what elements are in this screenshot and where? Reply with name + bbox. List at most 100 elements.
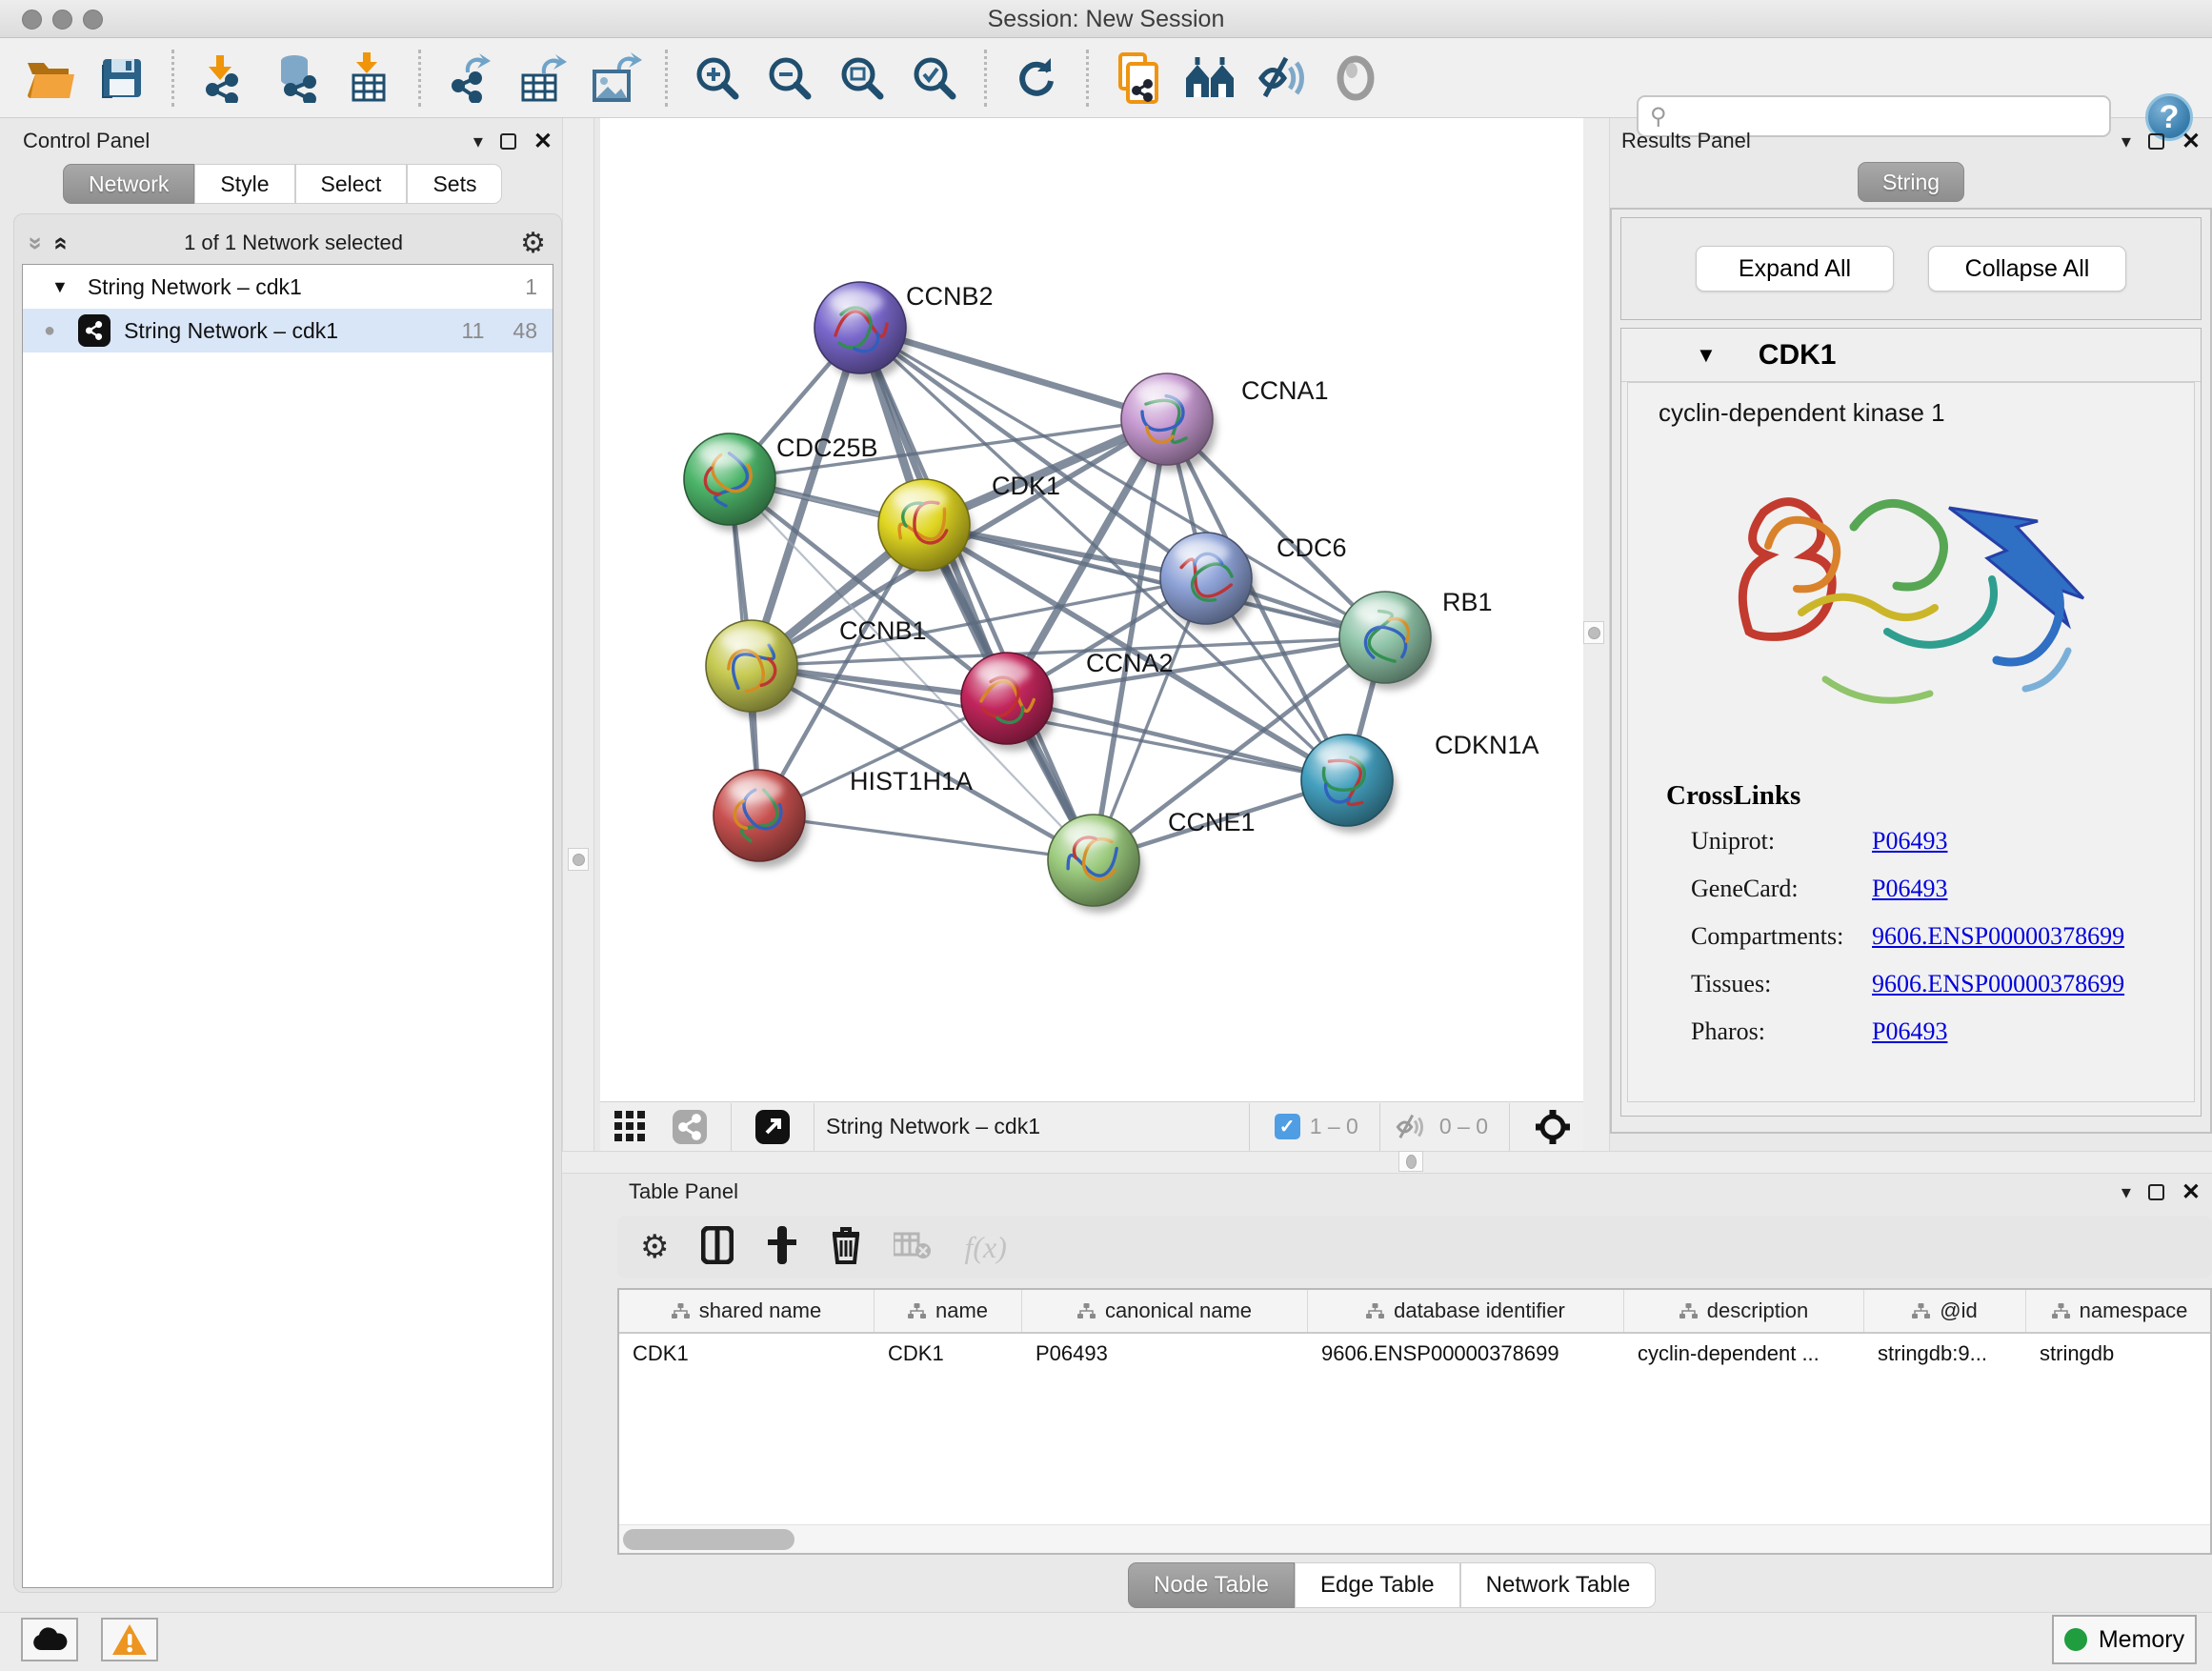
node-CDKN1A[interactable]: CDKN1A — [1301, 731, 1539, 833]
hidden-eye-icon[interactable] — [1392, 1109, 1430, 1145]
crosshair-icon[interactable] — [1530, 1106, 1576, 1148]
table-horizontal-scrollbar[interactable] — [619, 1524, 2210, 1553]
gene-collapse-icon[interactable]: ▼ — [1696, 343, 1717, 368]
crosslink-row: Uniprot:P06493 — [1628, 817, 2194, 865]
column-header--id[interactable]: @id — [1864, 1290, 2026, 1332]
tab-select[interactable]: Select — [295, 164, 408, 204]
birdseye-grid-icon[interactable] — [610, 1108, 652, 1146]
memory-button[interactable]: Memory — [2052, 1615, 2197, 1664]
import-network-from-database-icon[interactable] — [269, 50, 324, 106]
tab-string[interactable]: String — [1858, 162, 1964, 202]
control-panel-close-icon[interactable]: ✕ — [533, 133, 553, 150]
selected-checkbox-icon[interactable]: ✓ — [1275, 1114, 1300, 1139]
column-header-shared-name[interactable]: shared name — [619, 1290, 875, 1332]
network-share-icon — [78, 314, 111, 347]
table-panel-float-icon[interactable] — [2148, 1184, 2164, 1200]
table-panel-close-icon[interactable]: ✕ — [2182, 1184, 2201, 1200]
expand-all-button[interactable]: Expand All — [1696, 246, 1894, 292]
collapse-all-button[interactable]: Collapse All — [1928, 246, 2126, 292]
crosslink-link[interactable]: 9606.ENSP00000378699 — [1872, 922, 2124, 951]
left-splitter[interactable] — [562, 118, 594, 1151]
expand-all-icon[interactable]: » — [45, 236, 74, 250]
tab-sets[interactable]: Sets — [407, 164, 502, 204]
results-panel-menu-icon[interactable]: ▾ — [2122, 130, 2131, 153]
import-table-icon[interactable] — [341, 50, 396, 106]
node-CCNB2[interactable]: CCNB2 — [814, 282, 994, 380]
tab-node-table[interactable]: Node Table — [1128, 1562, 1295, 1608]
control-panel-title: Control Panel — [23, 129, 150, 153]
node-RB1[interactable]: RB1 — [1339, 588, 1493, 690]
zoom-selected-icon[interactable] — [907, 50, 962, 106]
network-share-toggle-icon[interactable] — [669, 1108, 711, 1146]
export-image-icon[interactable] — [588, 50, 643, 106]
crosslink-link[interactable]: 9606.ENSP00000378699 — [1872, 970, 2124, 998]
column-header-database-identifier[interactable]: database identifier — [1308, 1290, 1624, 1332]
cloud-button[interactable] — [21, 1618, 78, 1661]
gene-section-header[interactable]: ▼ CDK1 — [1621, 329, 2201, 382]
refresh-icon[interactable] — [1009, 50, 1064, 106]
table-cell[interactable]: stringdb:9... — [1864, 1334, 2026, 1366]
table-cell[interactable]: cyclin-dependent ... — [1624, 1334, 1864, 1366]
control-panel-menu-icon[interactable]: ▾ — [473, 130, 483, 153]
export-table-icon[interactable] — [515, 50, 571, 106]
column-header-canonical-name[interactable]: canonical name — [1022, 1290, 1308, 1332]
crosslink-link[interactable]: P06493 — [1872, 875, 1947, 903]
node-table[interactable]: shared name name canonical namedatabase id… — [617, 1288, 2212, 1555]
crosslink-link[interactable]: P06493 — [1872, 1017, 1947, 1046]
bottom-splitter[interactable] — [562, 1151, 2212, 1174]
scrollbar-thumb[interactable] — [623, 1529, 794, 1550]
network-collection-row[interactable]: ▼ String Network – cdk1 1 — [23, 265, 553, 309]
open-session-icon[interactable] — [22, 50, 77, 106]
node-label-CCNA2: CCNA2 — [1086, 649, 1174, 677]
table-cell[interactable]: CDK1 — [619, 1334, 875, 1366]
node-CDK1[interactable]: CDK1 — [878, 472, 1060, 577]
add-column-icon[interactable] — [766, 1226, 798, 1269]
gray-eye-icon[interactable] — [1328, 50, 1383, 106]
tab-style[interactable]: Style — [194, 164, 294, 204]
node-CDC25B[interactable]: CDC25B — [684, 433, 878, 532]
node-CCNA1[interactable]: CCNA1 — [1121, 373, 1329, 472]
tree-expand-icon[interactable]: ▼ — [51, 277, 69, 297]
houses-icon[interactable] — [1183, 50, 1238, 106]
crosslink-label: Uniprot: — [1691, 827, 1872, 856]
results-panel-close-icon[interactable]: ✕ — [2182, 133, 2201, 150]
table-panel-menu-icon[interactable]: ▾ — [2122, 1180, 2131, 1204]
warning-button[interactable] — [101, 1618, 158, 1661]
network-options-gear-icon[interactable]: ⚙ — [520, 227, 546, 260]
column-header-namespace[interactable]: namespace — [2026, 1290, 2212, 1332]
clone-network-icon[interactable] — [1111, 50, 1166, 106]
save-session-icon[interactable] — [94, 50, 150, 106]
tab-network[interactable]: Network — [63, 164, 194, 204]
delete-column-icon[interactable] — [831, 1226, 861, 1269]
table-cell[interactable]: CDK1 — [875, 1334, 1022, 1366]
network-canvas[interactable]: CCNB2CCNA1CDC25BCDK1CDC6RB1CCNB1CCNA2CDK… — [600, 118, 1583, 1101]
node-HIST1H1A[interactable]: HIST1H1A — [714, 767, 973, 868]
open-in-window-icon[interactable] — [752, 1108, 794, 1146]
node-label-CCNA1: CCNA1 — [1241, 376, 1329, 405]
zoom-in-icon[interactable] — [690, 50, 745, 106]
network-graph[interactable]: CCNB2CCNA1CDC25BCDK1CDC6RB1CCNB1CCNA2CDK… — [600, 118, 1583, 1101]
export-network-icon[interactable] — [443, 50, 498, 106]
column-label: name — [935, 1299, 988, 1323]
table-cell[interactable]: stringdb — [2026, 1334, 2212, 1366]
hide-eye-icon[interactable] — [1256, 50, 1311, 106]
control-panel-float-icon[interactable] — [500, 133, 516, 150]
results-panel-float-icon[interactable] — [2148, 133, 2164, 150]
table-cell[interactable]: 9606.ENSP00000378699 — [1308, 1334, 1624, 1366]
import-network-icon[interactable] — [196, 50, 251, 106]
zoom-fit-icon[interactable] — [835, 50, 890, 106]
crosslink-link[interactable]: P06493 — [1872, 827, 1947, 856]
column-header-description[interactable]: description — [1624, 1290, 1864, 1332]
table-row[interactable]: CDK1CDK1P064939606.ENSP00000378699cyclin… — [619, 1334, 2210, 1366]
node-label-CDC6: CDC6 — [1277, 534, 1347, 562]
tab-network-table[interactable]: Network Table — [1460, 1562, 1657, 1608]
show-columns-icon[interactable] — [701, 1226, 734, 1269]
table-cell[interactable]: P06493 — [1022, 1334, 1308, 1366]
node-CCNE1[interactable]: CCNE1 — [1048, 808, 1256, 913]
zoom-out-icon[interactable] — [762, 50, 817, 106]
main-toolbar: ⚲ ? — [0, 38, 2212, 118]
network-row[interactable]: ● String Network – cdk1 11 48 — [23, 309, 553, 352]
column-header-name[interactable]: name — [875, 1290, 1022, 1332]
table-settings-gear-icon[interactable]: ⚙ — [640, 1228, 669, 1266]
tab-edge-table[interactable]: Edge Table — [1295, 1562, 1460, 1608]
